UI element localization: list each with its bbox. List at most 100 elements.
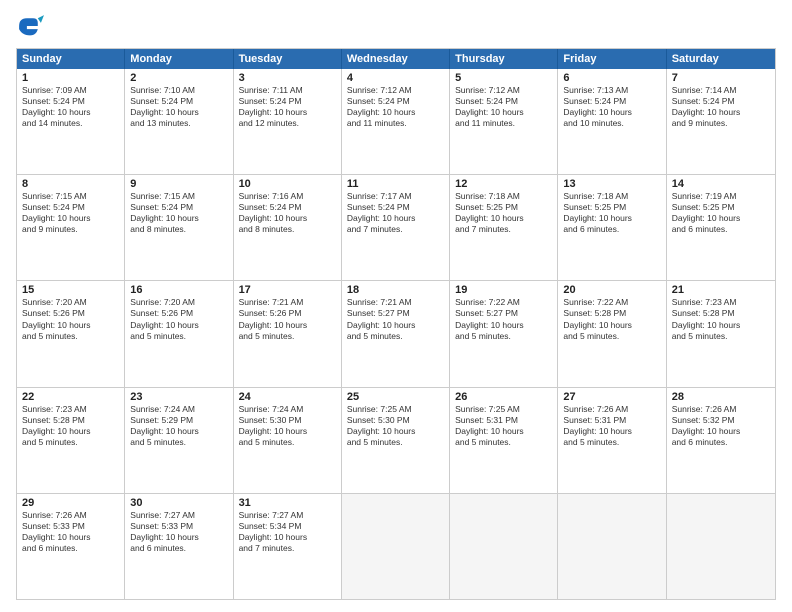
col-thursday: Thursday (450, 49, 558, 69)
calendar-cell: 4 Sunrise: 7:12 AM Sunset: 5:24 PM Dayli… (342, 69, 450, 174)
daylight-extra: and 11 minutes. (455, 118, 552, 129)
calendar-cell: 8 Sunrise: 7:15 AM Sunset: 5:24 PM Dayli… (17, 175, 125, 280)
calendar-cell: 10 Sunrise: 7:16 AM Sunset: 5:24 PM Dayl… (234, 175, 342, 280)
col-saturday: Saturday (667, 49, 775, 69)
day-number: 22 (22, 391, 119, 403)
sunset-text: Sunset: 5:25 PM (672, 202, 770, 213)
day-number: 20 (563, 284, 660, 296)
daylight-text: Daylight: 10 hours (239, 532, 336, 543)
daylight-text: Daylight: 10 hours (672, 213, 770, 224)
sunset-text: Sunset: 5:24 PM (347, 202, 444, 213)
sunset-text: Sunset: 5:32 PM (672, 415, 770, 426)
calendar-cell: 24 Sunrise: 7:24 AM Sunset: 5:30 PM Dayl… (234, 388, 342, 493)
daylight-text: Daylight: 10 hours (130, 426, 227, 437)
sunrise-text: Sunrise: 7:15 AM (22, 191, 119, 202)
day-number: 16 (130, 284, 227, 296)
sunrise-text: Sunrise: 7:25 AM (455, 404, 552, 415)
daylight-extra: and 5 minutes. (239, 331, 336, 342)
day-number: 25 (347, 391, 444, 403)
daylight-text: Daylight: 10 hours (347, 426, 444, 437)
calendar-cell (342, 494, 450, 599)
sunset-text: Sunset: 5:24 PM (22, 202, 119, 213)
calendar-cell: 15 Sunrise: 7:20 AM Sunset: 5:26 PM Dayl… (17, 281, 125, 386)
daylight-extra: and 5 minutes. (347, 437, 444, 448)
calendar-cell: 27 Sunrise: 7:26 AM Sunset: 5:31 PM Dayl… (558, 388, 666, 493)
sunset-text: Sunset: 5:34 PM (239, 521, 336, 532)
daylight-extra: and 6 minutes. (563, 224, 660, 235)
calendar-body: 1 Sunrise: 7:09 AM Sunset: 5:24 PM Dayli… (17, 69, 775, 599)
sunrise-text: Sunrise: 7:17 AM (347, 191, 444, 202)
sunset-text: Sunset: 5:24 PM (130, 96, 227, 107)
calendar-cell: 20 Sunrise: 7:22 AM Sunset: 5:28 PM Dayl… (558, 281, 666, 386)
calendar-cell: 23 Sunrise: 7:24 AM Sunset: 5:29 PM Dayl… (125, 388, 233, 493)
day-number: 7 (672, 72, 770, 84)
daylight-extra: and 10 minutes. (563, 118, 660, 129)
calendar-row: 22 Sunrise: 7:23 AM Sunset: 5:28 PM Dayl… (17, 388, 775, 494)
daylight-extra: and 6 minutes. (130, 543, 227, 554)
sunrise-text: Sunrise: 7:25 AM (347, 404, 444, 415)
sunset-text: Sunset: 5:24 PM (672, 96, 770, 107)
sunrise-text: Sunrise: 7:22 AM (563, 297, 660, 308)
daylight-extra: and 5 minutes. (455, 331, 552, 342)
day-number: 18 (347, 284, 444, 296)
daylight-text: Daylight: 10 hours (130, 320, 227, 331)
day-number: 27 (563, 391, 660, 403)
daylight-extra: and 13 minutes. (130, 118, 227, 129)
sunset-text: Sunset: 5:28 PM (563, 308, 660, 319)
day-number: 1 (22, 72, 119, 84)
day-number: 4 (347, 72, 444, 84)
daylight-extra: and 9 minutes. (22, 224, 119, 235)
calendar-cell: 28 Sunrise: 7:26 AM Sunset: 5:32 PM Dayl… (667, 388, 775, 493)
daylight-extra: and 9 minutes. (672, 118, 770, 129)
day-number: 9 (130, 178, 227, 190)
sunrise-text: Sunrise: 7:27 AM (130, 510, 227, 521)
day-number: 3 (239, 72, 336, 84)
sunrise-text: Sunrise: 7:16 AM (239, 191, 336, 202)
calendar-cell: 12 Sunrise: 7:18 AM Sunset: 5:25 PM Dayl… (450, 175, 558, 280)
sunrise-text: Sunrise: 7:24 AM (130, 404, 227, 415)
col-friday: Friday (558, 49, 666, 69)
day-number: 15 (22, 284, 119, 296)
calendar-cell (558, 494, 666, 599)
daylight-extra: and 14 minutes. (22, 118, 119, 129)
daylight-text: Daylight: 10 hours (22, 107, 119, 118)
calendar-cell: 16 Sunrise: 7:20 AM Sunset: 5:26 PM Dayl… (125, 281, 233, 386)
calendar-cell: 31 Sunrise: 7:27 AM Sunset: 5:34 PM Dayl… (234, 494, 342, 599)
day-number: 6 (563, 72, 660, 84)
sunset-text: Sunset: 5:30 PM (347, 415, 444, 426)
daylight-text: Daylight: 10 hours (455, 213, 552, 224)
sunset-text: Sunset: 5:24 PM (239, 96, 336, 107)
daylight-text: Daylight: 10 hours (239, 213, 336, 224)
sunrise-text: Sunrise: 7:23 AM (672, 297, 770, 308)
sunset-text: Sunset: 5:24 PM (130, 202, 227, 213)
day-number: 26 (455, 391, 552, 403)
day-number: 23 (130, 391, 227, 403)
sunrise-text: Sunrise: 7:23 AM (22, 404, 119, 415)
page: Sunday Monday Tuesday Wednesday Thursday… (0, 0, 792, 612)
col-tuesday: Tuesday (234, 49, 342, 69)
daylight-text: Daylight: 10 hours (22, 426, 119, 437)
sunset-text: Sunset: 5:27 PM (347, 308, 444, 319)
daylight-extra: and 5 minutes. (672, 331, 770, 342)
sunset-text: Sunset: 5:24 PM (347, 96, 444, 107)
sunset-text: Sunset: 5:28 PM (22, 415, 119, 426)
sunset-text: Sunset: 5:28 PM (672, 308, 770, 319)
daylight-extra: and 5 minutes. (347, 331, 444, 342)
sunset-text: Sunset: 5:31 PM (455, 415, 552, 426)
day-number: 13 (563, 178, 660, 190)
calendar-cell: 22 Sunrise: 7:23 AM Sunset: 5:28 PM Dayl… (17, 388, 125, 493)
daylight-text: Daylight: 10 hours (239, 107, 336, 118)
daylight-text: Daylight: 10 hours (563, 213, 660, 224)
sunset-text: Sunset: 5:30 PM (239, 415, 336, 426)
daylight-extra: and 6 minutes. (672, 224, 770, 235)
daylight-extra: and 12 minutes. (239, 118, 336, 129)
daylight-extra: and 5 minutes. (22, 437, 119, 448)
sunrise-text: Sunrise: 7:27 AM (239, 510, 336, 521)
sunset-text: Sunset: 5:26 PM (22, 308, 119, 319)
day-number: 30 (130, 497, 227, 509)
sunrise-text: Sunrise: 7:19 AM (672, 191, 770, 202)
daylight-extra: and 5 minutes. (563, 437, 660, 448)
sunrise-text: Sunrise: 7:18 AM (455, 191, 552, 202)
daylight-text: Daylight: 10 hours (563, 426, 660, 437)
daylight-extra: and 5 minutes. (22, 331, 119, 342)
